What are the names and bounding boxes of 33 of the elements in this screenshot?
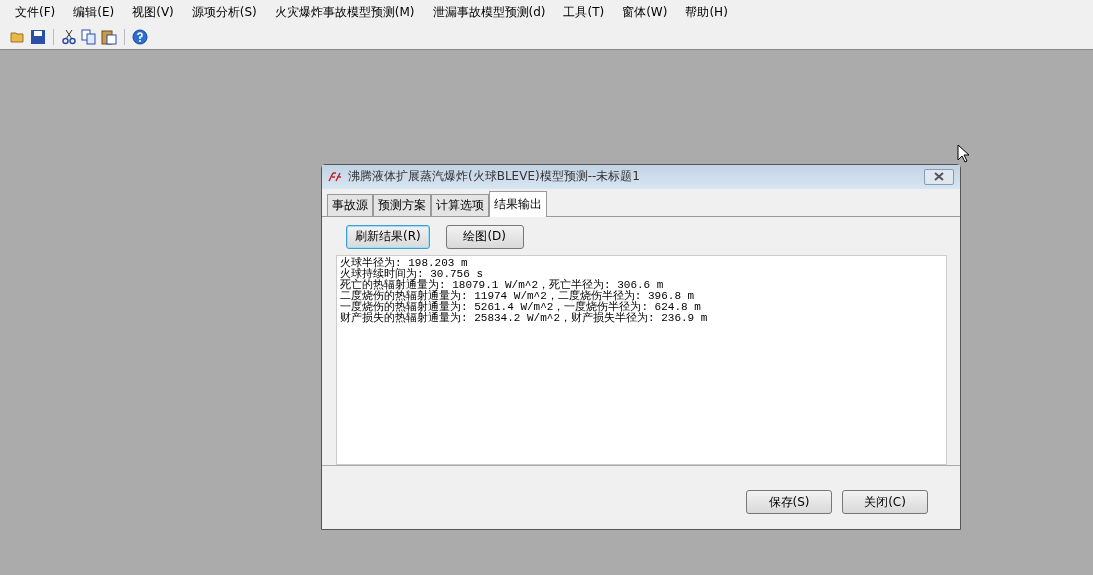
output-line: 二度烧伤的热辐射通量为: 11974 W/m^2，二度烧伤半径为: 396.8 m (340, 290, 696, 302)
tab[interactable]: 预测方案 (373, 193, 431, 216)
save-button[interactable]: 保存(S) (746, 490, 832, 515)
menu-item[interactable]: 文件(F) (6, 4, 65, 21)
output-line: 死亡的热辐射通量为: 18079.1 W/m^2，死亡半径为: 306.6 m (340, 279, 665, 291)
plot-button[interactable]: 绘图(D) (445, 224, 524, 249)
refresh-button[interactable]: 刷新结果(R) (346, 224, 430, 249)
help-icon[interactable] (132, 29, 148, 45)
tab[interactable]: 计算选项 (431, 193, 489, 216)
close-dialog-button[interactable]: 关闭(C) (842, 490, 928, 515)
menu-item[interactable]: 帮助(H) (676, 4, 737, 21)
menu-item[interactable]: 编辑(E) (64, 4, 124, 21)
scissors-icon[interactable] (61, 29, 77, 45)
clipboard-icon[interactable] (101, 29, 117, 45)
menu-item[interactable]: 火灾爆炸事故模型预测(M) (265, 4, 424, 21)
output-line: 火球半径为: 198.203 m (340, 257, 469, 269)
close-button[interactable] (924, 168, 954, 185)
menu-item[interactable]: 视图(V) (123, 4, 183, 21)
window-title: 沸腾液体扩展蒸汽爆炸(火球BLEVE)模型预测--未标题1 (348, 168, 641, 186)
app-logo-icon (328, 171, 342, 182)
output-line: 一度烧伤的热辐射通量为: 5261.4 W/m^2，一度烧伤半径为: 624.8 m (340, 301, 702, 313)
tab[interactable]: 事故源 (327, 193, 373, 216)
menu-item[interactable]: 窗体(W) (613, 4, 677, 21)
output-line: 财产损失的热辐射通量为: 25834.2 W/m^2，财产损失半径为: 236.9 m (340, 312, 709, 324)
menu-item[interactable]: 源项分析(S) (182, 4, 266, 21)
menu-item[interactable]: 工具(T) (554, 4, 614, 21)
mouse-cursor-icon (957, 144, 970, 163)
output-line: 火球持续时间为: 30.756 s (340, 268, 484, 280)
copy-icon[interactable] (81, 29, 97, 45)
menu-item[interactable]: 泄漏事故模型预测(d) (423, 4, 555, 21)
output-text-area[interactable] (336, 254, 947, 465)
tab[interactable]: 结果输出 (489, 190, 547, 217)
close-icon[interactable] (933, 172, 945, 182)
